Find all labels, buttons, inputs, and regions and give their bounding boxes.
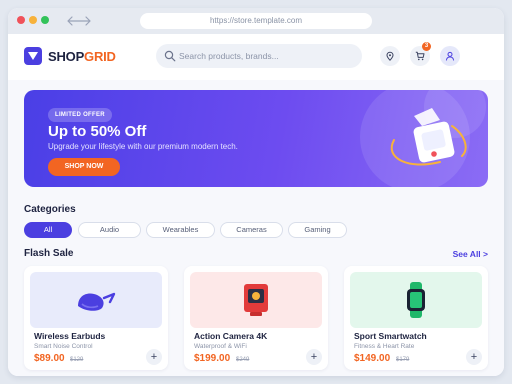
cart-button[interactable]: 3 (410, 42, 431, 66)
browser-titlebar: https://store.template.com (8, 8, 504, 34)
site-header: SHOPGRID 3 (8, 34, 504, 80)
gadget-illustration-icon (390, 108, 467, 166)
product-name: Wireless Earbuds (34, 331, 106, 341)
product-card[interactable]: Sport Smartwatch Fitness & Heart Rate $1… (344, 266, 488, 370)
location-pin-icon (386, 51, 394, 61)
product-image (190, 272, 322, 328)
user-icon (445, 51, 455, 61)
shop-now-button[interactable]: SHOP NOW (48, 158, 120, 176)
add-to-cart-button[interactable]: + (466, 349, 482, 365)
earbuds-icon (78, 292, 116, 311)
account-button[interactable] (440, 46, 460, 66)
logo-text-grid: GRID (84, 49, 116, 64)
banner-subtitle: Upgrade your lifestyle with our premium … (48, 142, 238, 151)
product-price: $89.00 (34, 353, 65, 364)
close-window-button[interactable] (17, 16, 25, 24)
browser-window: https://store.template.com SHOPGRID Sear… (8, 8, 504, 376)
product-description: Smart Noise Control (34, 343, 93, 350)
banner-title: Up to 50% Off (48, 123, 147, 140)
cart-icon (415, 51, 425, 61)
category-chip-gaming[interactable]: Gaming (288, 222, 347, 238)
maximize-window-button[interactable] (41, 16, 49, 24)
category-chip-all[interactable]: All (24, 222, 72, 238)
promo-banner[interactable]: LIMITED OFFER Up to 50% Off Upgrade your… (24, 90, 488, 187)
product-description: Fitness & Heart Rate (354, 343, 415, 350)
category-chip-audio[interactable]: Audio (78, 222, 141, 238)
address-bar[interactable]: https://store.template.com (140, 13, 372, 29)
product-price: $149.00 (354, 353, 391, 364)
search-input[interactable] (179, 47, 355, 65)
limited-offer-badge: LIMITED OFFER (48, 108, 112, 122)
product-name: Action Camera 4K (194, 331, 268, 341)
main-content: LIMITED OFFER Up to 50% Off Upgrade your… (8, 80, 504, 376)
add-to-cart-button[interactable]: + (306, 349, 322, 365)
category-chip-wearables[interactable]: Wearables (146, 222, 215, 238)
add-to-cart-button[interactable]: + (146, 349, 162, 365)
flash-sale-heading: Flash Sale (24, 248, 74, 259)
back-forward-arrows-icon[interactable] (66, 14, 92, 28)
product-old-price: $179 (396, 357, 410, 363)
logo-text-shop: SHOP (48, 49, 85, 64)
category-chip-cameras[interactable]: Cameras (220, 222, 283, 238)
product-old-price: $249 (236, 357, 250, 363)
product-name: Sport Smartwatch (354, 331, 427, 341)
product-price: $199.00 (194, 353, 231, 364)
search-bar[interactable] (156, 44, 362, 68)
location-button[interactable] (380, 46, 400, 66)
camera-icon (244, 284, 268, 316)
product-image (350, 272, 482, 328)
product-image (30, 272, 162, 328)
product-card[interactable]: Action Camera 4K Waterproof & WiFi $199.… (184, 266, 328, 370)
logo-icon[interactable] (24, 47, 42, 65)
logo-text[interactable]: SHOPGRID (48, 49, 116, 64)
see-all-link[interactable]: See All > (438, 249, 488, 259)
search-icon (164, 50, 176, 62)
smartwatch-icon (407, 282, 425, 318)
product-description: Waterproof & WiFi (194, 343, 247, 350)
categories-heading: Categories (24, 204, 76, 215)
product-old-price: $129 (70, 357, 84, 363)
minimize-window-button[interactable] (29, 16, 37, 24)
cart-count-badge: 3 (422, 42, 431, 51)
product-card[interactable]: Wireless Earbuds Smart Noise Control $89… (24, 266, 168, 370)
